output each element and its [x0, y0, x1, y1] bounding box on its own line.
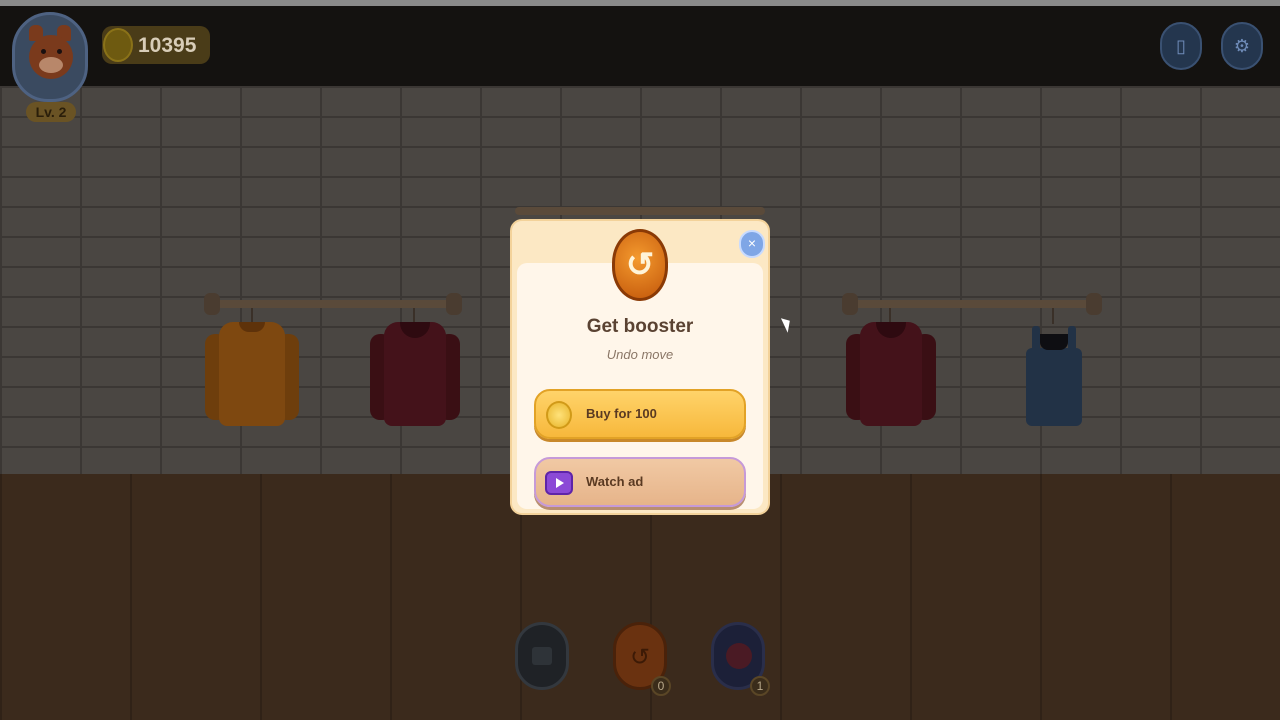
tv-play-icon — [545, 471, 573, 495]
maroon-sweater[interactable] — [370, 322, 460, 426]
right-rack-end — [1086, 293, 1102, 315]
avatar-eye — [41, 49, 46, 54]
avatar-muzzle — [39, 57, 63, 73]
phone-button[interactable]: ▯ — [1160, 22, 1202, 70]
avatar-eye — [57, 49, 62, 54]
maroon-sweater[interactable] — [846, 322, 936, 426]
coin-count: 10395 — [138, 34, 197, 57]
coin-icon — [546, 401, 572, 429]
undo-booster-icon: ↺ — [612, 229, 668, 301]
settings-button[interactable]: ⚙ — [1221, 22, 1263, 70]
center-rack-bar — [515, 207, 765, 215]
padlock-icon — [532, 647, 552, 665]
left-rack-bar — [210, 300, 460, 308]
coin-icon — [103, 28, 133, 62]
player-avatar[interactable] — [12, 12, 88, 102]
magic-booster-count: 1 — [750, 676, 770, 696]
dialog-subtitle: Undo move — [606, 347, 674, 362]
level-badge: Lv. 2 — [26, 102, 76, 122]
undo-booster-count: 0 — [651, 676, 671, 696]
close-button[interactable]: × — [739, 230, 765, 258]
right-rack-end — [842, 293, 858, 315]
denim-overalls[interactable] — [1022, 326, 1086, 426]
buy-button-label: Buy for 100 — [586, 406, 657, 421]
right-rack-bar — [848, 300, 1098, 308]
watch-ad-label: Watch ad — [586, 474, 644, 489]
undo-arrow-icon: ↺ — [629, 644, 651, 671]
magic-gems-icon — [726, 643, 752, 669]
watch-ad-button[interactable]: Watch ad — [534, 457, 746, 507]
phone-icon: ▯ — [1176, 36, 1186, 56]
buy-button[interactable]: Buy for 100 — [534, 389, 746, 439]
hanger-hook — [1052, 308, 1054, 324]
lock-booster-button[interactable] — [515, 622, 569, 690]
dialog-title: Get booster — [586, 316, 694, 337]
orange-sweater[interactable] — [205, 322, 299, 426]
left-rack-end — [204, 293, 220, 315]
left-rack-end — [446, 293, 462, 315]
settings-gear-icon: ⚙ — [1233, 36, 1251, 56]
